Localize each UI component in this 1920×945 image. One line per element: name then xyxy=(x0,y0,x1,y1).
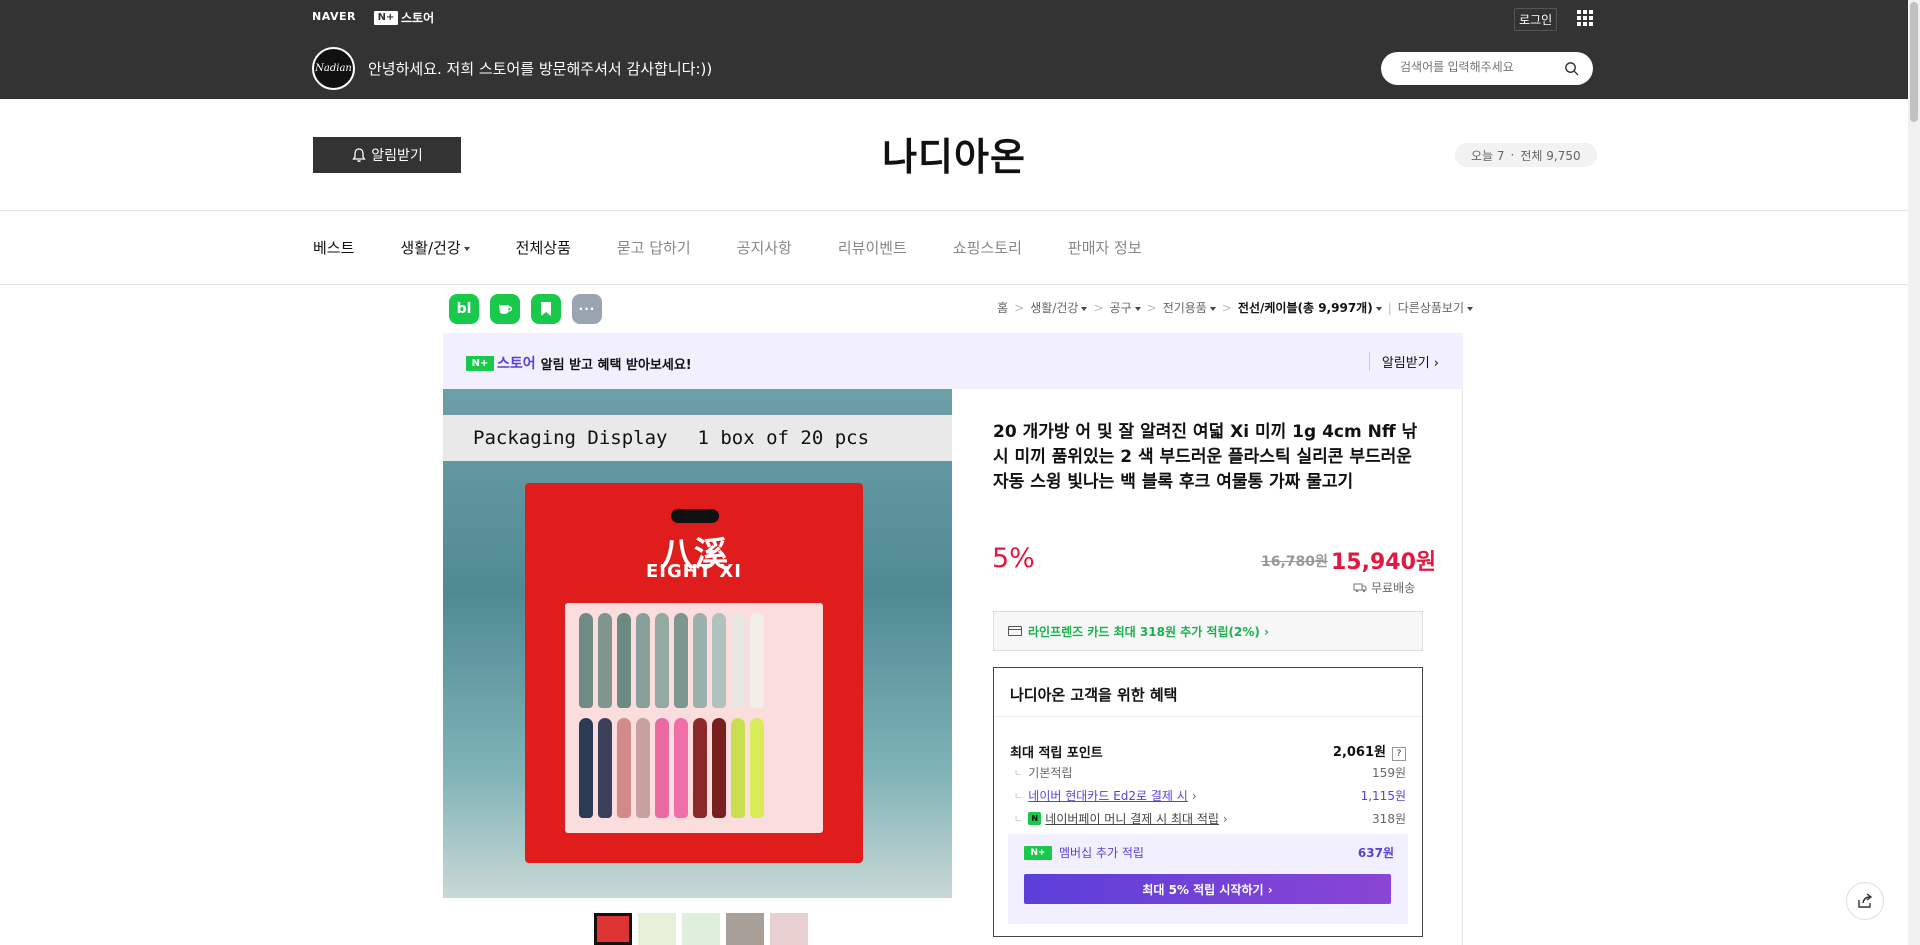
npay-point-row: N네이버페이 머니 결제 시 최대 적립› 318원 xyxy=(1010,810,1406,827)
other-products[interactable]: 다른상품보기 xyxy=(1398,299,1473,316)
nav-notice[interactable]: 공지사항 xyxy=(737,237,792,258)
breadcrumb-home[interactable]: 홈 xyxy=(997,299,1008,316)
product-main-image[interactable]: Packaging Display 1 box of 20 pcs 八溪 EIG… xyxy=(443,389,952,898)
chevron-down-icon xyxy=(1081,306,1088,311)
search-box xyxy=(1381,52,1593,85)
sale-price: 15,940원 xyxy=(1331,550,1437,575)
nav-seller-info[interactable]: 판매자 정보 xyxy=(1068,237,1142,258)
app-grid-icon[interactable] xyxy=(1577,10,1593,26)
card-benefit-link[interactable]: 라인프렌즈 카드 최대 318원 추가 적립(2%) › xyxy=(993,611,1423,651)
nav-shopping-story[interactable]: 쇼핑스토리 xyxy=(953,237,1022,258)
npay-icon: N xyxy=(1028,812,1042,825)
npay-link[interactable]: 네이버페이 머니 결제 시 최대 적립 xyxy=(1045,810,1219,827)
breadcrumb: 홈 > 생활/건강 > 공구 > 전기용품 > 전선/케이블(총 9,997개)… xyxy=(997,299,1473,316)
promo-banner: N+ 스토어 알림 받고 혜택 받아보세요! 알림받기 › xyxy=(443,333,1463,389)
delivery-info: 무료배송 xyxy=(1353,579,1415,596)
visit-count: 오늘 7 · 전체 9,750 xyxy=(1455,143,1597,167)
nplus-badge: N+ xyxy=(1024,845,1052,860)
store-name[interactable]: 나디아온 xyxy=(0,126,1908,181)
hyundai-card-link[interactable]: 네이버 현대카드 Ed2로 결제 시 xyxy=(1028,787,1188,804)
credit-card-icon xyxy=(1008,626,1022,636)
nplus-badge: N+ xyxy=(374,10,398,25)
share-icon xyxy=(1858,893,1873,908)
benefit-title: 나디아온 고객을 위한 혜택 xyxy=(1010,686,1178,704)
breadcrumb-cat2[interactable]: 공구 xyxy=(1110,299,1141,316)
thumbnail[interactable] xyxy=(770,913,808,945)
brand-text: EIGHT XI xyxy=(646,561,742,582)
max-point-row: 최대 적립 포인트 2,061원? xyxy=(1010,741,1406,761)
product-title: 20 개가방 어 및 잘 알려진 여덟 Xi 미끼 1g 4cm Nff 낚시 … xyxy=(993,422,1418,492)
membership-value: 637원 xyxy=(1357,846,1394,860)
chevron-down-icon xyxy=(1375,306,1382,311)
thumbnail[interactable] xyxy=(594,913,632,945)
membership-box: N+ 멤버십 추가 적립 637원 최대 5% 적립 시작하기 › xyxy=(1008,834,1408,924)
card-point-row: 네이버 현대카드 Ed2로 결제 시› 1,115원 xyxy=(1010,787,1406,804)
help-icon[interactable]: ? xyxy=(1392,747,1406,761)
chevron-down-icon xyxy=(1467,306,1473,311)
share-button[interactable] xyxy=(1846,882,1884,920)
avatar-text: Nadian xyxy=(315,63,352,74)
thumbnail[interactable] xyxy=(726,913,764,945)
truck-icon xyxy=(1353,583,1367,593)
chevron-down-icon xyxy=(463,246,470,251)
breadcrumb-current[interactable]: 전선/케이블(총 9,997개) xyxy=(1238,299,1382,316)
store-nav: 베스트 생활/건강 전체상품 묻고 답하기 공지사항 리뷰이벤트 쇼핑스토리 판… xyxy=(313,237,1188,258)
nav-all-products[interactable]: 전체상품 xyxy=(516,237,571,258)
nplus-store-label: 스토어 xyxy=(401,11,435,25)
share-icons: bl ··· xyxy=(449,294,602,324)
thumbnail[interactable] xyxy=(638,913,676,945)
thumbnail-list xyxy=(594,913,808,945)
nplus-store-logo[interactable]: N+ 스토어 xyxy=(374,9,434,26)
store-avatar[interactable]: Nadian xyxy=(312,47,355,90)
nav-qna[interactable]: 묻고 답하기 xyxy=(617,237,691,258)
base-point-row: 기본적립 159원 xyxy=(1010,764,1406,781)
nav-living-health[interactable]: 생활/건강 xyxy=(400,237,470,258)
promo-text: 알림 받고 혜택 받아보세요! xyxy=(540,357,692,373)
thumbnail[interactable] xyxy=(682,913,720,945)
more-icon[interactable]: ··· xyxy=(572,294,602,324)
login-button[interactable]: 로그인 xyxy=(1514,8,1558,31)
search-icon[interactable] xyxy=(1564,61,1579,76)
lure-window xyxy=(565,603,823,833)
nav-review-event[interactable]: 리뷰이벤트 xyxy=(838,237,907,258)
scrollbar-thumb[interactable] xyxy=(1910,2,1918,122)
cafe-icon[interactable] xyxy=(490,294,520,324)
nplus-badge: N+ xyxy=(466,355,494,371)
discount-rate: 5% xyxy=(992,543,1035,574)
store-greeting: 안녕하세요. 저희 스토어를 방문해주셔서 감사합니다:)) xyxy=(368,60,713,78)
naver-logo[interactable]: NAVER xyxy=(312,10,356,23)
start-membership-button[interactable]: 최대 5% 적립 시작하기 › xyxy=(1024,874,1391,904)
lure-package: 八溪 EIGHT XI xyxy=(525,483,863,863)
divider xyxy=(0,284,1908,285)
blog-icon[interactable]: bl xyxy=(449,294,479,324)
promo-alarm-link[interactable]: 알림받기 › xyxy=(1368,352,1439,371)
search-input[interactable] xyxy=(1400,60,1560,74)
top-bar: NAVER N+ 스토어 로그인 Nadian 안녕하세요. 저희 스토어를 방… xyxy=(0,0,1908,99)
chevron-down-icon xyxy=(1134,306,1141,311)
divider xyxy=(0,210,1908,211)
nav-best[interactable]: 베스트 xyxy=(313,237,354,258)
bookmark-icon[interactable] xyxy=(531,294,561,324)
chevron-down-icon xyxy=(1209,306,1216,311)
scrollbar[interactable] xyxy=(1908,0,1920,945)
image-caption: Packaging Display 1 box of 20 pcs xyxy=(443,415,952,461)
breadcrumb-cat1[interactable]: 생활/건강 xyxy=(1030,299,1088,316)
nplus-store-promo-logo: N+ 스토어 알림 받고 혜택 받아보세요! xyxy=(466,353,692,373)
today-count: 오늘 7 xyxy=(1471,148,1505,163)
customer-benefit-box: 나디아온 고객을 위한 혜택 최대 적립 포인트 2,061원? 기본적립 15… xyxy=(993,667,1423,937)
original-price: 16,780원 xyxy=(1261,554,1328,570)
total-count: 전체 9,750 xyxy=(1520,148,1581,163)
breadcrumb-cat3[interactable]: 전기용품 xyxy=(1163,299,1216,316)
